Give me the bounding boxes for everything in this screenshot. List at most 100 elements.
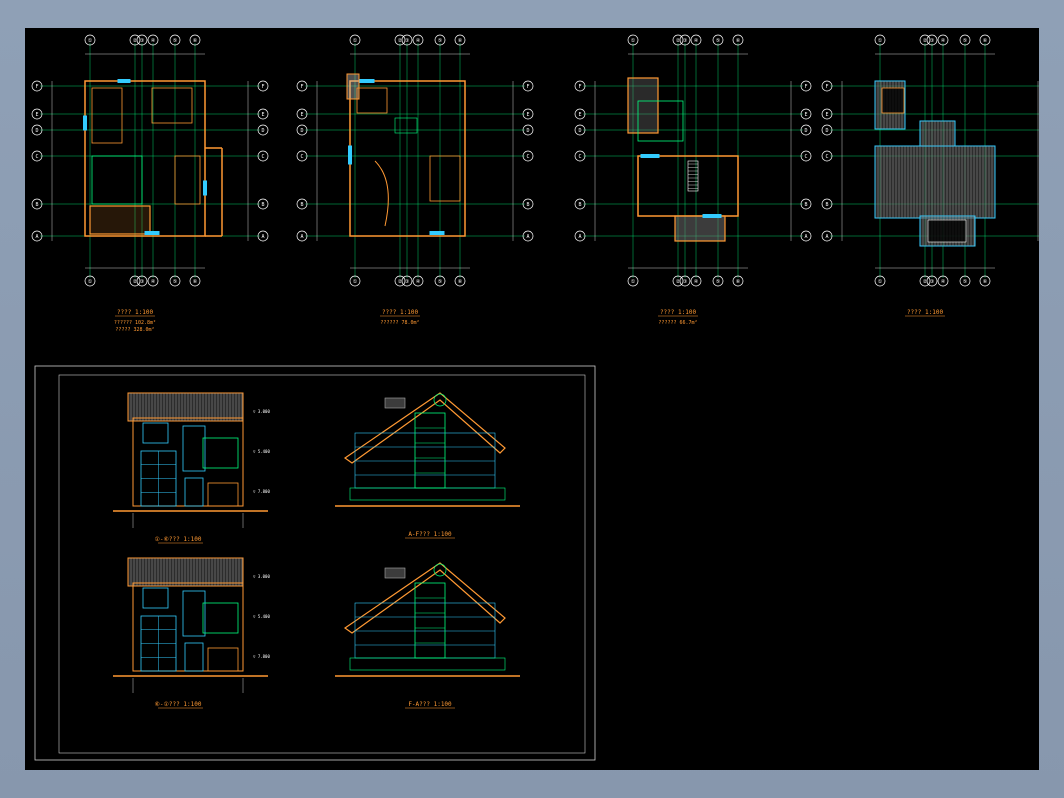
axis-bubble-label: D <box>300 128 303 134</box>
axis-bubble-label: ④ <box>694 279 699 285</box>
level-mark: ▽ 5.400 <box>253 449 270 454</box>
plinth <box>349 657 506 671</box>
plinth <box>349 487 506 501</box>
axis-bubble-label: ⑥ <box>983 279 988 285</box>
axis-bubble-label: ④ <box>941 279 946 285</box>
floor-plan-1: ①①②②③③④④⑤⑤⑥⑥F FE ED DC CB BA A???? 1:100??????… <box>31 34 269 333</box>
axis-bubble-label: ⑤ <box>173 38 178 44</box>
axis-bubble-label: B <box>825 202 828 208</box>
elevation-title: ①-⑥??? 1:100 <box>155 536 202 543</box>
axis-bubble-label: ③ <box>140 38 145 44</box>
axis-bubble-label: D <box>261 128 264 134</box>
axis-bubble-label: F <box>35 84 38 90</box>
level-mark: ▽ 7.800 <box>253 489 270 494</box>
door-frame <box>184 477 204 507</box>
axis-bubble-label: ① <box>878 38 883 44</box>
roof-outline <box>127 392 244 422</box>
axis-bubble-label: ⑤ <box>438 279 443 285</box>
room-outline <box>429 155 461 202</box>
axis-bubble-label: A <box>35 234 38 240</box>
axis-bubble-label: ③ <box>683 38 688 44</box>
plan-title: ???? 1:100 <box>907 309 944 316</box>
stair-tower <box>414 412 446 489</box>
axis-bubble-label: A <box>261 234 264 240</box>
axis-bubble-label: ⑤ <box>438 38 443 44</box>
axis-bubble-label: E <box>526 112 529 118</box>
skylight <box>881 87 905 114</box>
roof-hatch <box>127 557 244 587</box>
level-mark: ▽ 7.800 <box>253 654 270 659</box>
cad-drawing-svg: ①①②②③③④④⑤⑤⑥⑥F FE ED DC CB BA A???? 1:100??????… <box>31 34 1039 761</box>
axis-bubble-label: ④ <box>416 279 421 285</box>
axis-bubble-label: F <box>825 84 828 90</box>
window-frame <box>182 425 206 472</box>
window <box>203 180 207 196</box>
axis-bubble-label: ① <box>878 279 883 285</box>
axis-bubble-label: B <box>578 202 581 208</box>
axis-bubble-label: E <box>35 112 38 118</box>
axis-bubble-label: ⑥ <box>458 279 463 285</box>
axis-bubble-label: ③ <box>683 279 688 285</box>
facade-outline <box>354 432 496 489</box>
axis-bubble-label: A <box>804 234 807 240</box>
window <box>359 79 375 83</box>
room-outline <box>356 87 388 114</box>
application-frame: ① ① ② ② ③ ③ ④ ④ ⑤ ⑤ ⑥ ⑥ F F E E D D C C B B A A???? 1:100??????… <box>0 0 1064 798</box>
elevation-4: F-A??? 1:100 <box>335 562 520 709</box>
axis-bubble-label: B <box>804 202 807 208</box>
elevation-3: ▽ 3.000 ▽ 5.400 ▽ 7.800 ⑥-①??? 1:100 <box>113 557 270 709</box>
axis-bubble-label: B <box>261 202 264 208</box>
axis-bubble-label: ⑥ <box>983 38 988 44</box>
axis-bubble-label: C <box>261 154 264 160</box>
axis-bubble-label: ① <box>88 279 93 285</box>
axis-bubble-label: ③ <box>405 279 410 285</box>
garage <box>207 647 239 672</box>
cad-drawing-canvas[interactable]: ① ① ② ② ③ ③ ④ ④ ⑤ ⑤ ⑥ ⑥ F F E E D D C C B B A A???? 1:100??????… <box>25 28 1039 770</box>
window <box>429 231 445 235</box>
room-outline <box>151 87 193 124</box>
sheet-border-outer <box>34 365 596 761</box>
room-outline <box>394 117 418 134</box>
axis-bubble-label: ④ <box>694 38 699 44</box>
axis-bubble-label: A <box>526 234 529 240</box>
axis-bubble-label: ④ <box>151 279 156 285</box>
axis-bubble-label: ③ <box>140 279 145 285</box>
room-outline <box>91 155 143 205</box>
plan-area-note: ?????? 66.7m² <box>658 320 697 326</box>
room-outline <box>174 155 201 205</box>
axis-bubble-label: D <box>825 128 828 134</box>
axis-bubble-label: F <box>526 84 529 90</box>
roof-element <box>627 77 659 134</box>
facade-outline <box>132 582 244 672</box>
axis-bubble-label: ⑥ <box>193 38 198 44</box>
axis-bubble-label: ⑥ <box>736 279 741 285</box>
axis-bubble-label: F <box>300 84 303 90</box>
axis-bubble-label: ① <box>88 38 93 44</box>
axis-bubble-label: ③ <box>405 38 410 44</box>
axis-bubble-label: ⑥ <box>736 38 741 44</box>
elevation-2: A-F??? 1:100 <box>335 392 520 539</box>
axis-bubble-label: E <box>578 112 581 118</box>
elevation-1: ▽ 3.000 ▽ 5.400 ▽ 7.800 ①-⑥??? 1:100 <box>113 392 270 544</box>
plan-title: ???? 1:100 <box>660 309 697 316</box>
axis-bubble-label: C <box>35 154 38 160</box>
facade-outline <box>132 417 244 507</box>
roof-hatch <box>127 392 244 422</box>
balcony-roof <box>674 215 726 242</box>
axis-bubble-label: ① <box>353 279 358 285</box>
axis-bubble-label: D <box>578 128 581 134</box>
window-frame <box>182 590 206 637</box>
stair-tower <box>414 582 446 659</box>
axis-bubble-label: A <box>825 234 828 240</box>
axis-bubble-label: F <box>261 84 264 90</box>
axis-bubble-label: ④ <box>151 38 156 44</box>
axis-bubble-label: ⑤ <box>963 279 968 285</box>
axis-bubble-label: E <box>261 112 264 118</box>
window-frame <box>142 422 169 444</box>
window <box>348 145 352 165</box>
axis-bubble-label: B <box>526 202 529 208</box>
window <box>117 79 131 83</box>
axis-bubble-label: ① <box>353 38 358 44</box>
floor-plan-4: ①①②②③③④④⑤⑤⑥⑥FFEEDDCCBBAA???? 1:100 <box>821 34 1039 317</box>
axis-bubble-label: F <box>578 84 581 90</box>
